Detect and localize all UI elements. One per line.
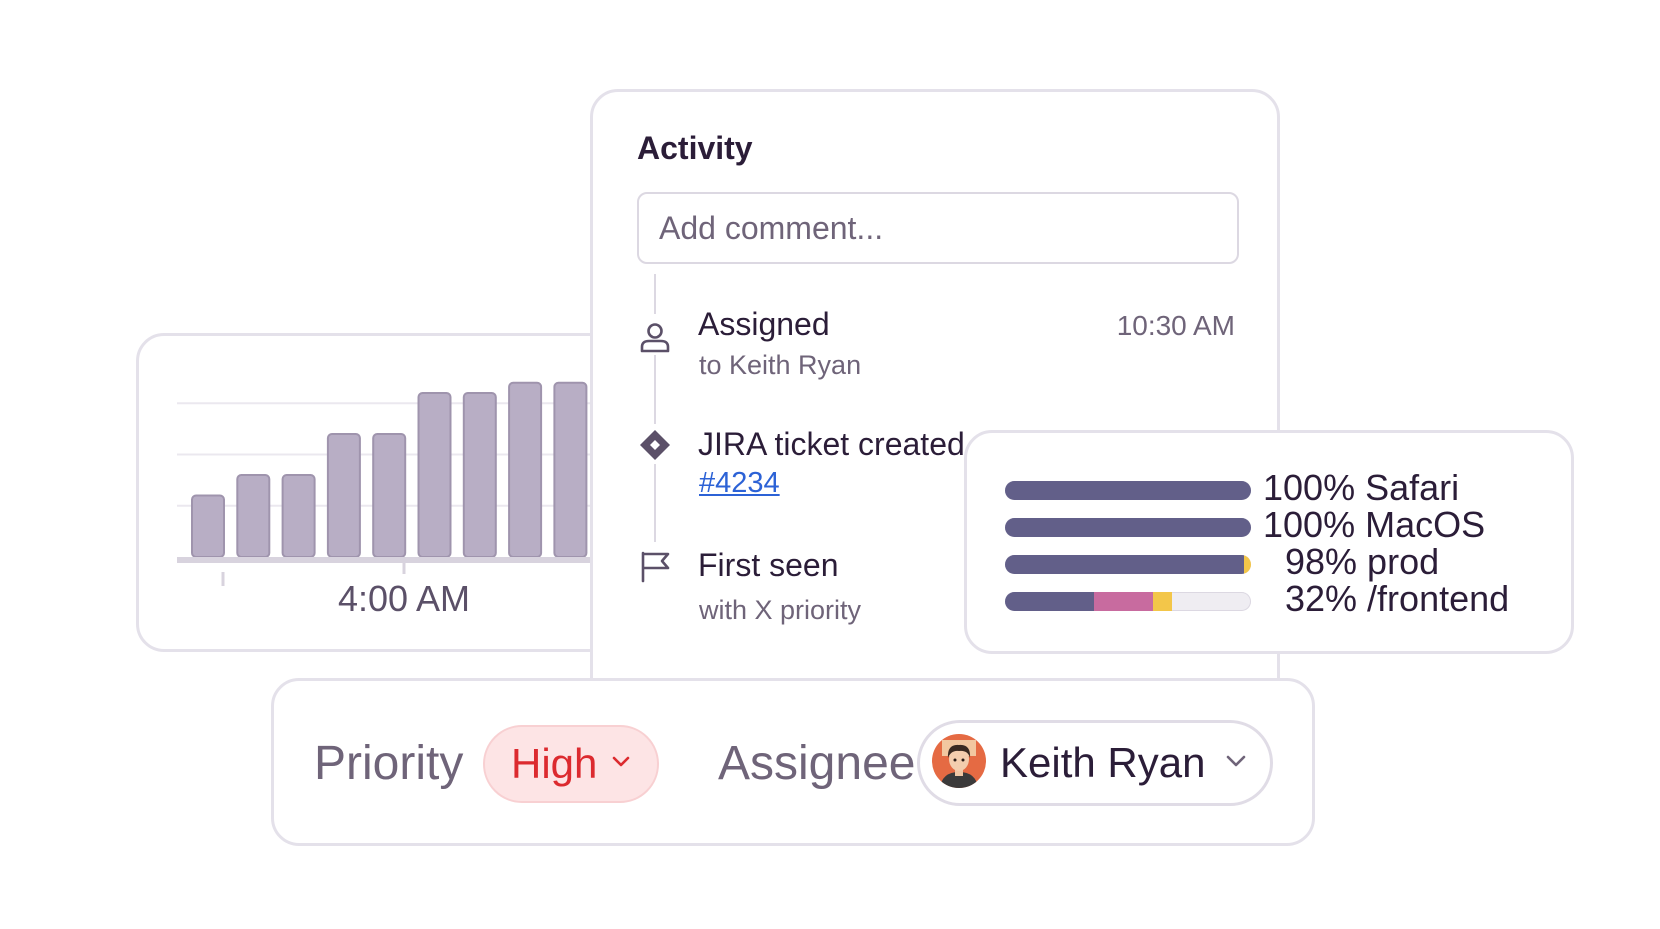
activity-item-subtitle: to Keith Ryan (699, 350, 862, 380)
tag-distribution-bar (1005, 518, 1251, 537)
chevron-down-icon (1225, 754, 1247, 773)
tag-bar-segment (1093, 592, 1153, 611)
tag-label: 32% /frontend (1285, 578, 1510, 619)
tag-distribution-bar (1005, 592, 1251, 611)
activity-item-subtitle: with X priority (699, 595, 862, 625)
chart-bar (236, 474, 271, 558)
timeline-line (654, 464, 656, 542)
timeline-line (654, 344, 656, 424)
activity-item-time: 10:30 AM (1116, 310, 1235, 341)
activity-title: Activity (637, 130, 753, 166)
tag-bar-segment (1152, 592, 1173, 611)
tag-bar-segment (1005, 481, 1251, 500)
activity-item-title: JIRA ticket created (698, 426, 965, 462)
chart-bar (191, 494, 225, 558)
activity-item-title: Assigned (698, 306, 830, 342)
add-comment-input[interactable] (637, 192, 1239, 264)
priority-value: High (511, 740, 598, 787)
tag-label: 100% Safari (1263, 467, 1460, 508)
tag-bar-segment (1243, 555, 1251, 574)
assignee-label: Assignee (718, 737, 916, 790)
priority-dropdown[interactable]: High (483, 725, 659, 803)
event-chart: 4:00 AM (177, 381, 653, 619)
chart-bar (553, 381, 588, 558)
issue-fields-card: Priority High Assignee Keith Ryan (271, 678, 1315, 846)
tag-distribution-card: 100% Safari 100% MacOS 98% prod 32% /fro… (964, 430, 1574, 654)
avatar (932, 733, 986, 793)
tag-bar-segment (1005, 555, 1244, 574)
activity-item-title: First seen (698, 547, 839, 583)
tag-bar-segment (1005, 592, 1094, 611)
jira-diamond-icon (637, 427, 673, 463)
chart-bar (326, 433, 361, 558)
chart-bar (508, 381, 543, 558)
tag-bar-segment (1005, 518, 1251, 537)
priority-label: Priority (314, 737, 464, 790)
event-chart-card: 4:00 AM (136, 333, 656, 652)
tag-distribution-bar (1005, 481, 1251, 500)
timeline-line (654, 274, 656, 314)
user-icon (637, 319, 673, 355)
chart-bar (417, 392, 452, 558)
chart-bar (372, 433, 407, 558)
x-tick-label: 4:00 AM (338, 578, 470, 619)
tag-distribution-bar (1005, 555, 1251, 574)
jira-ticket-link[interactable]: #4234 (699, 467, 780, 500)
tag-label: 98% prod (1285, 541, 1440, 582)
chart-bar (462, 392, 497, 558)
tag-label: 100% MacOS (1263, 504, 1486, 545)
chart-bar (281, 474, 316, 558)
assignee-dropdown[interactable]: Keith Ryan (917, 720, 1273, 806)
chevron-down-icon (611, 755, 631, 774)
flag-icon (637, 548, 673, 584)
assignee-name: Keith Ryan (1000, 739, 1206, 786)
